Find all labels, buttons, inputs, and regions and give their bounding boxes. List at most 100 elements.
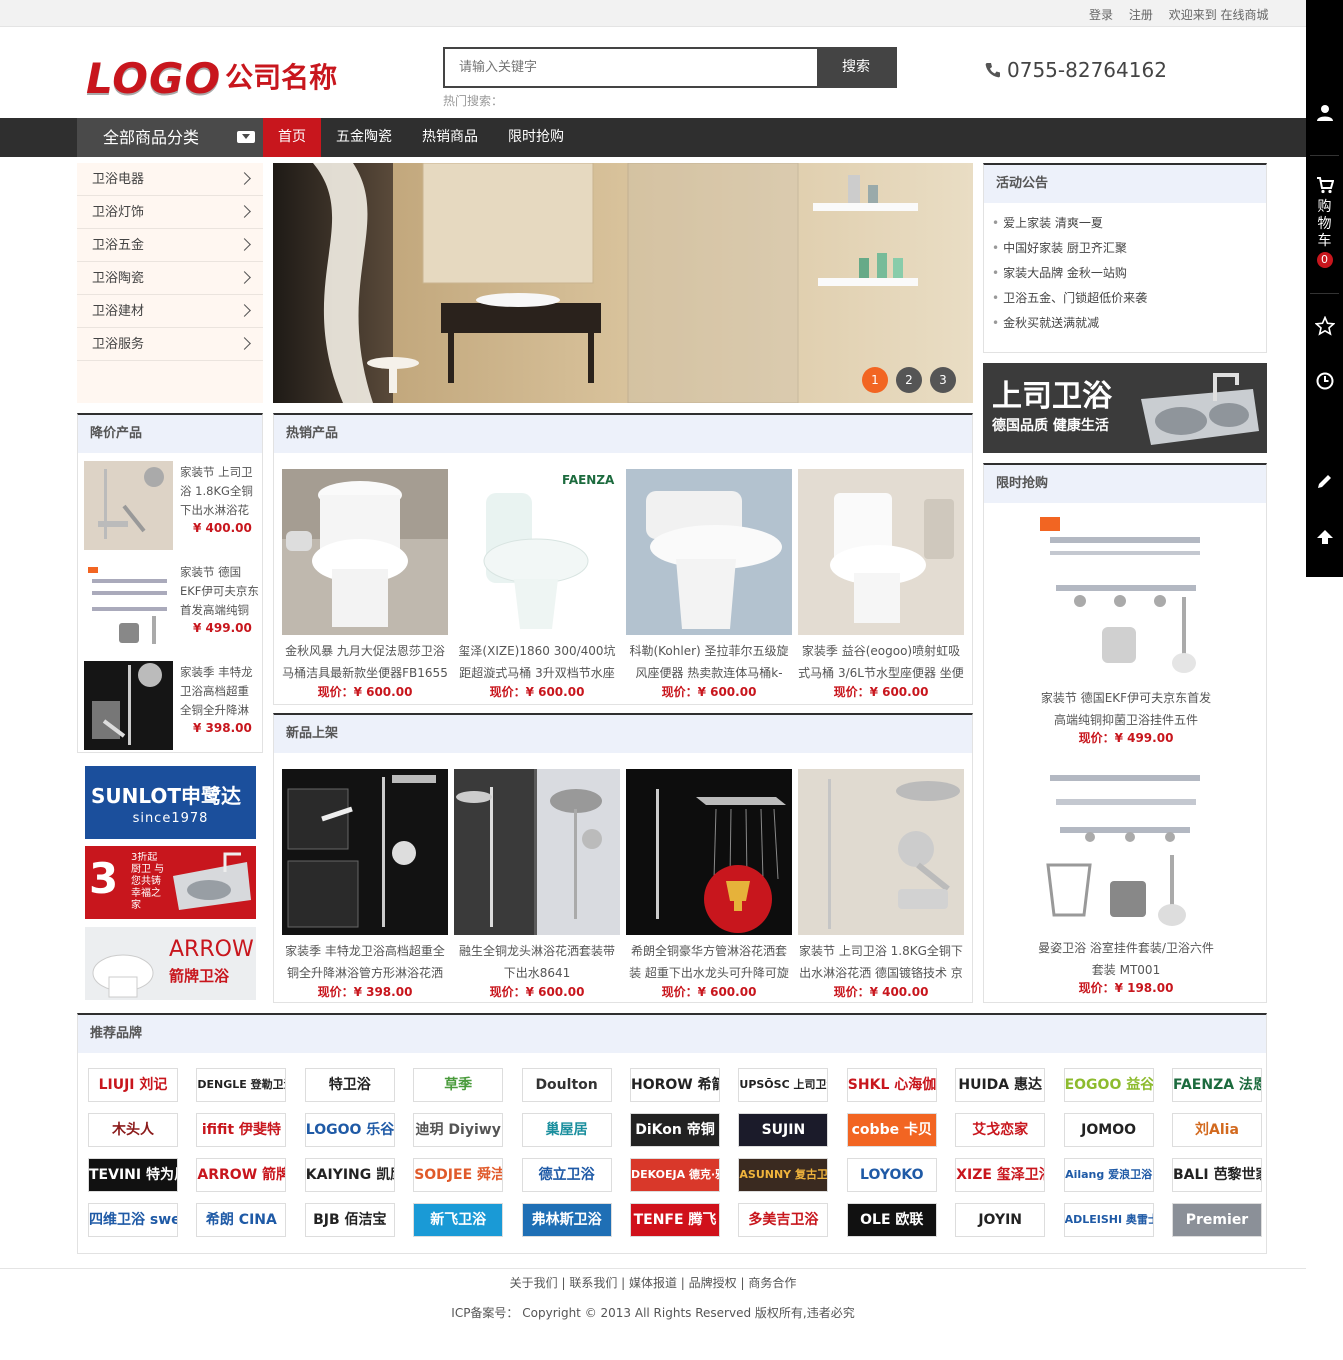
product-image: [84, 461, 173, 550]
banner-dot[interactable]: 2: [896, 367, 922, 393]
brand-logo[interactable]: 刘Alia: [1172, 1113, 1262, 1147]
brand-logo[interactable]: KAIYING 凯鹰: [304, 1158, 395, 1192]
brand-logo[interactable]: 迪玥 Diyiwy: [413, 1113, 504, 1147]
banner-dot[interactable]: 1: [862, 367, 888, 393]
user-button[interactable]: [1306, 104, 1343, 122]
login-link[interactable]: 登录: [1089, 8, 1113, 22]
search-button[interactable]: 搜索: [817, 49, 895, 86]
brand-logo[interactable]: LOYOKO: [846, 1158, 937, 1192]
search-input[interactable]: [445, 49, 815, 86]
brand-logo[interactable]: XIZE 玺泽卫浴: [955, 1158, 1046, 1192]
brand-ad-arrow[interactable]: ARROW 箭牌卫浴: [85, 927, 256, 1000]
brand-logo[interactable]: DEKOEJA 德克·雅家: [630, 1158, 720, 1192]
brand-logo[interactable]: LIUJI 刘记: [88, 1068, 178, 1102]
brand-logo[interactable]: TEVINI 特为尼: [88, 1158, 178, 1192]
brand-logo[interactable]: cobbe 卡贝: [846, 1113, 937, 1147]
brand-logo[interactable]: SHKL 心海伽蓝: [846, 1068, 937, 1102]
discount-item[interactable]: 家装季 丰特龙卫浴高档超重全铜全升降淋浴 ¥ 398.00: [78, 653, 262, 753]
product-price: 现价：¥ 600.00: [661, 985, 757, 999]
brand-logo[interactable]: Premier: [1172, 1203, 1262, 1237]
product-card[interactable]: 金秋风暴 九月大促法恩莎卫浴马桶洁具最新款坐便器FB1655 现价：¥ 600.…: [282, 469, 448, 700]
brand-logo[interactable]: 弗林斯卫浴: [521, 1203, 612, 1237]
chevron-down-icon: [237, 131, 255, 143]
category-item[interactable]: 卫浴灯饰: [77, 196, 263, 229]
site-logo[interactable]: LOGO 公司名称: [86, 54, 337, 103]
brand-logo[interactable]: 四维卫浴 swell: [88, 1203, 178, 1237]
favorites-button[interactable]: [1306, 316, 1343, 336]
brand-ad-subtitle: 箭牌卫浴: [169, 967, 230, 985]
register-link[interactable]: 注册: [1129, 8, 1153, 22]
product-name: 家装季 益谷(eogoo)喷射虹吸式马桶 3/6L节水型座便器 坐便: [798, 644, 964, 680]
product-card[interactable]: FAENZA 玺泽(XIZE)1860 300/400坑距超漩式马桶 3升双档节…: [454, 469, 620, 700]
brands-title: 推荐品牌: [78, 1015, 1266, 1053]
product-card[interactable]: 家装节 上司卫浴 1.8KG全铜下出水淋浴花洒 德国镀铬技术 京 现价：¥ 40…: [798, 769, 964, 1000]
brand-logo[interactable]: SUJIN: [738, 1113, 829, 1147]
product-card[interactable]: 融生全铜龙头淋浴花洒套装带下出水8641 现价：¥ 600.00: [454, 769, 620, 1000]
notice-item[interactable]: 中国好家装 厨卫齐汇聚: [992, 236, 1266, 261]
notice-item[interactable]: 卫浴五金、门锁超低价来袭: [992, 286, 1266, 311]
product-name: 家装节 上司卫浴 1.8KG全铜下出水淋浴花洒 德国镀铬技术 京: [799, 944, 963, 980]
brand-logo[interactable]: 特卫浴: [304, 1068, 395, 1102]
brand-logo[interactable]: SODJEE 舜洁: [413, 1158, 504, 1192]
brand-logo[interactable]: EOGOO 益谷: [1063, 1068, 1154, 1102]
brand-logo[interactable]: 艾戈恋家: [955, 1113, 1046, 1147]
nav-hardware-ceramics[interactable]: 五金陶瓷: [321, 118, 407, 157]
brand-logo[interactable]: 德立卫浴: [521, 1158, 612, 1192]
discount-item[interactable]: 家装节 德国EKF伊可夫京东首发高端纯铜 ¥ 499.00: [78, 553, 262, 653]
brand-logo[interactable]: 草季: [413, 1068, 504, 1102]
brand-logo[interactable]: 木头人: [88, 1113, 178, 1147]
brand-logo[interactable]: Ailang 爱浪卫浴: [1063, 1158, 1154, 1192]
promo-banner[interactable]: 上司卫浴 德国品质 健康生活: [983, 363, 1267, 453]
brand-logo[interactable]: 巢屋居: [521, 1113, 612, 1147]
brand-logo[interactable]: HUIDA 惠达: [955, 1068, 1046, 1102]
brand-logo[interactable]: ASUNNY 复古卫浴专家: [738, 1158, 829, 1192]
brand-logo[interactable]: 多美吉卫浴: [738, 1203, 829, 1237]
brand-logo[interactable]: BALI 芭黎世家: [1172, 1158, 1262, 1192]
back-to-top-button[interactable]: [1306, 528, 1343, 546]
brand-logo[interactable]: LOGOO 乐谷: [304, 1113, 395, 1147]
category-item[interactable]: 卫浴服务: [77, 328, 263, 361]
brand-logo[interactable]: JOYIN: [955, 1203, 1046, 1237]
brand-ad-discount[interactable]: 3 3折起 厨卫 与您共铸幸福之家: [85, 846, 256, 919]
brand-logo[interactable]: ADLEISHI 奥雷士: [1063, 1203, 1154, 1237]
cart-button[interactable]: 购物车 0: [1306, 176, 1343, 268]
brand-logo[interactable]: UPSŌSC 上司卫浴: [738, 1068, 829, 1102]
brand-logo[interactable]: ARROW 箭牌卫浴: [196, 1158, 287, 1192]
product-card[interactable]: 家装季 丰特龙卫浴高档超重全铜全升降淋浴管方形淋浴花洒 现价：¥ 398.00: [282, 769, 448, 1000]
brand-logo[interactable]: JOMOO: [1063, 1113, 1154, 1147]
brand-logo[interactable]: DENGLE 登勒卫浴: [196, 1068, 287, 1102]
brand-logo[interactable]: FAENZA 法恩莎: [1172, 1068, 1262, 1102]
category-item[interactable]: 卫浴陶瓷: [77, 262, 263, 295]
brand-logo[interactable]: Doulton: [521, 1068, 612, 1102]
footer-links[interactable]: 关于我们 | 联系我们 | 媒体报道 | 品牌授权 | 商务合作: [0, 1274, 1306, 1291]
product-card[interactable]: 科勒(Kohler) 圣拉菲尔五级旋风座便器 热卖款连体马桶k- 现价：¥ 60…: [626, 469, 792, 700]
notice-item[interactable]: 爱上家装 清爽一夏: [992, 211, 1266, 236]
nav-flash-sale[interactable]: 限时抢购: [493, 118, 579, 157]
brand-logo[interactable]: TENFE 腾飞: [630, 1203, 720, 1237]
discount-item[interactable]: 家装节 上司卫浴 1.8KG全铜下出水淋浴花洒 ¥ 400.00: [78, 453, 262, 553]
brand-logo[interactable]: DiKon 帝铜: [630, 1113, 720, 1147]
brand-logo[interactable]: HOROW 希箭卫浴: [630, 1068, 720, 1102]
product-card[interactable]: 家装季 益谷(eogoo)喷射虹吸式马桶 3/6L节水型座便器 坐便 现价：¥ …: [798, 469, 964, 700]
product-image: [84, 661, 173, 750]
notice-item[interactable]: 家装大品牌 金秋一站购: [992, 261, 1266, 286]
brand-ad-sunlot[interactable]: SUNLOT申鹭达 since1978: [85, 766, 256, 839]
brand-logo[interactable]: OLE 欧联: [846, 1203, 937, 1237]
nav-hot-products[interactable]: 热销商品: [407, 118, 493, 157]
brand-logo[interactable]: ififit 伊斐特: [196, 1113, 287, 1147]
brand-logo[interactable]: 希朗 CINA: [196, 1203, 287, 1237]
nav-home[interactable]: 首页: [263, 118, 321, 157]
category-item[interactable]: 卫浴建材: [77, 295, 263, 328]
product-image: FAENZA: [454, 469, 620, 635]
banner-dot[interactable]: 3: [930, 367, 956, 393]
notice-item[interactable]: 金秋买就送满就减: [992, 311, 1266, 336]
brand-logo[interactable]: 新飞卫浴: [413, 1203, 504, 1237]
all-categories-button[interactable]: 全部商品分类: [77, 118, 263, 157]
brand-ad-title: 3折起 厨卫 与您共铸幸福之家: [131, 852, 165, 911]
feedback-button[interactable]: [1306, 472, 1343, 490]
category-item[interactable]: 卫浴五金: [77, 229, 263, 262]
history-button[interactable]: [1306, 372, 1343, 390]
category-item[interactable]: 卫浴电器: [77, 163, 263, 196]
product-card[interactable]: 希朗全铜豪华方管淋浴花洒套装 超重下出水龙头可升降可旋 现价：¥ 600.00: [626, 769, 792, 1000]
brand-logo[interactable]: BJB 佰洁宝: [304, 1203, 395, 1237]
